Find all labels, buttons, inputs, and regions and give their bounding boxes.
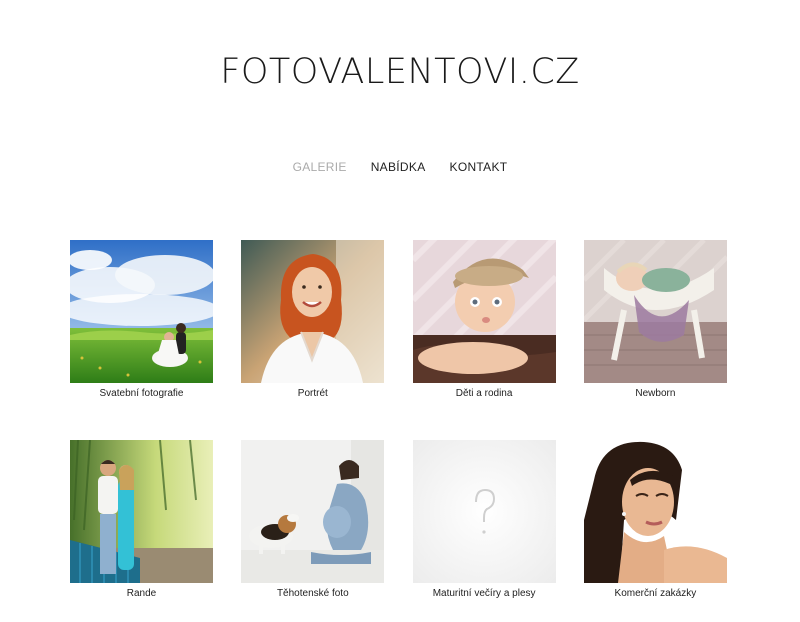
gallery-caption[interactable]: Těhotenské foto <box>241 587 384 601</box>
gallery-caption[interactable]: Rande <box>70 587 213 601</box>
gallery-tile-newborn[interactable]: Newborn <box>583 240 727 401</box>
main-nav: GALERIE NABÍDKA KONTAKT <box>0 160 800 174</box>
nav-item-nabidka[interactable]: NABÍDKA <box>371 160 426 174</box>
nav-item-galerie[interactable]: GALERIE <box>293 160 347 174</box>
pregnant-woman-with-dog-image[interactable] <box>241 440 385 583</box>
nav-item-kontakt[interactable]: KONTAKT <box>450 160 508 174</box>
gallery-caption[interactable]: Děti a rodina <box>413 387 556 401</box>
woman-beauty-portrait-image[interactable] <box>583 440 727 583</box>
gallery-grid: Svatební fotografie Portrét Děti a rodin… <box>70 240 727 601</box>
site-title[interactable]: FOTOVALENTOVI.CZ <box>0 50 800 94</box>
gallery-caption[interactable]: Komerční zakázky <box>584 587 727 601</box>
gallery-caption[interactable]: Newborn <box>584 387 727 401</box>
redhead-woman-portrait-image[interactable] <box>241 240 385 383</box>
couple-on-bridge-image[interactable] <box>70 440 213 583</box>
gallery-caption[interactable]: Svatební fotografie <box>70 387 213 401</box>
gallery-tile-maturitni[interactable]: Maturitní večíry a plesy <box>412 440 556 601</box>
wedding-couple-meadow-image[interactable] <box>70 240 213 383</box>
gallery-tile-rande[interactable]: Rande <box>70 440 213 601</box>
gallery-caption[interactable]: Portrét <box>241 387 384 401</box>
baby-in-cap-image[interactable] <box>412 240 556 383</box>
gallery-tile-deti[interactable]: Děti a rodina <box>412 240 556 401</box>
gallery-tile-tehotenske[interactable]: Těhotenské foto <box>241 440 385 601</box>
gallery-tile-svatebni[interactable]: Svatební fotografie <box>70 240 213 401</box>
sleeping-newborn-image[interactable] <box>583 240 727 383</box>
gallery-tile-portret[interactable]: Portrét <box>241 240 385 401</box>
gallery-tile-komercni[interactable]: Komerční zakázky <box>583 440 727 601</box>
gallery-caption[interactable]: Maturitní večíry a plesy <box>413 587 556 601</box>
placeholder-question-mark-image[interactable] <box>412 440 556 583</box>
